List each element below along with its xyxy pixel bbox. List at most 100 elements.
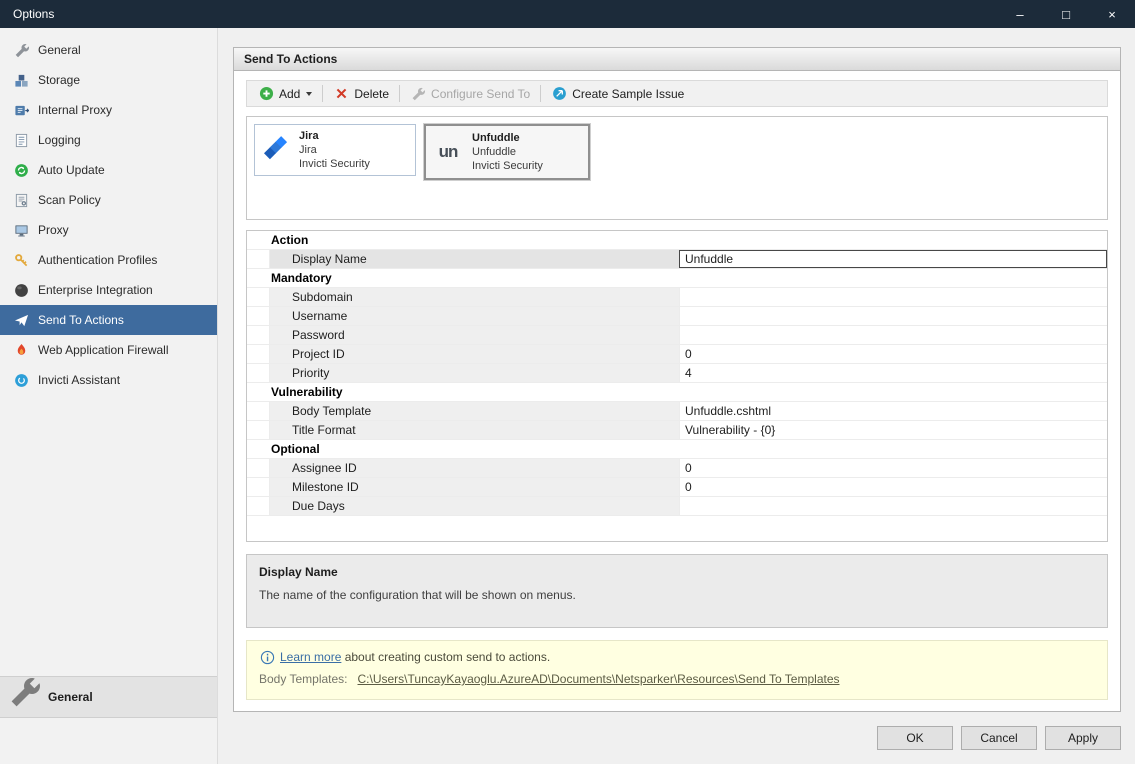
row-gutter [247,307,269,325]
sidebar: General Storage Internal Proxy Logging A… [0,28,218,764]
property-value-text: 0 [685,461,692,475]
property-row-title-format[interactable]: Title Format Vulnerability - {0} [247,421,1107,440]
property-row-milestone-id[interactable]: Milestone ID 0 [247,478,1107,497]
send-to-actions-list: Jira Jira Invicti Security un Unfuddle U… [246,116,1108,220]
info-panel: Learn more about creating custom send to… [246,640,1108,700]
assignee-id-value[interactable]: 0 [679,459,1107,477]
sidebar-item-label: General [38,43,81,57]
toolbar-separator [540,85,541,102]
row-gutter [247,421,269,439]
body-templates-line: Body Templates: C:\Users\TuncayKayaoglu.… [259,672,1095,686]
close-button[interactable]: × [1089,0,1135,28]
sidebar-item-scan-policy[interactable]: Scan Policy [0,185,217,215]
dialog-buttons: OK Cancel Apply [233,712,1121,764]
learn-more-link[interactable]: Learn more [280,650,341,664]
key-icon [13,252,29,268]
logging-icon [13,132,29,148]
display-name-value-editor[interactable]: Unfuddle [679,250,1107,268]
sidebar-item-send-to-actions[interactable]: Send To Actions [0,305,217,335]
sidebar-item-invicti-assistant[interactable]: Invicti Assistant [0,365,217,395]
sidebar-item-proxy[interactable]: Proxy [0,215,217,245]
options-window: Options – □ × General Storage Internal P… [0,0,1135,764]
property-label-text: Project ID [292,347,345,361]
milestone-id-value[interactable]: 0 [679,478,1107,496]
priority-value[interactable]: 4 [679,364,1107,382]
maximize-button[interactable]: □ [1043,0,1089,28]
sidebar-item-label: Invicti Assistant [38,373,120,387]
property-row-username[interactable]: Username [247,307,1107,326]
sidebar-item-logging[interactable]: Logging [0,125,217,155]
wrench-icon [13,42,29,58]
username-value[interactable] [679,307,1107,325]
sidebar-item-enterprise-integration[interactable]: Enterprise Integration [0,275,217,305]
learn-more-line: Learn more about creating custom send to… [259,649,1095,665]
category-action[interactable]: Action [247,231,1107,250]
sidebar-item-internal-proxy[interactable]: Internal Proxy [0,95,217,125]
apply-button[interactable]: Apply [1045,726,1121,750]
add-button[interactable]: Add [251,83,319,105]
sidebar-item-label: Logging [38,133,81,147]
cancel-button[interactable]: Cancel [961,726,1037,750]
internal-proxy-icon [13,102,29,118]
auto-update-icon [13,162,29,178]
property-label: Title Format [269,421,679,439]
property-row-body-template[interactable]: Body Template Unfuddle.cshtml [247,402,1107,421]
sidebar-footer-label: General [48,690,93,704]
create-sample-issue-button[interactable]: Create Sample Issue [544,83,691,105]
sidebar-item-auto-update[interactable]: Auto Update [0,155,217,185]
sidebar-item-label: Storage [38,73,80,87]
property-row-password[interactable]: Password [247,326,1107,345]
property-label-text: Title Format [292,423,356,437]
card-jira[interactable]: Jira Jira Invicti Security [254,124,416,176]
configure-send-to-button: Configure Send To [403,83,537,105]
property-row-display-name[interactable]: Display Name Unfuddle [247,250,1107,269]
property-description-panel: Display Name The name of the configurati… [246,554,1108,628]
add-dropdown-caret-icon [306,92,312,96]
row-gutter [247,250,269,268]
property-row-project-id[interactable]: Project ID 0 [247,345,1107,364]
property-value-text: Unfuddle.cshtml [685,404,771,418]
subdomain-value[interactable] [679,288,1107,306]
assistant-icon [13,372,29,388]
property-value-text: 0 [685,480,692,494]
sidebar-item-authentication-profiles[interactable]: Authentication Profiles [0,245,217,275]
ok-button[interactable]: OK [877,726,953,750]
row-gutter [247,459,269,477]
card-unfuddle[interactable]: un Unfuddle Unfuddle Invicti Security [424,124,590,180]
category-label: Mandatory [271,271,332,285]
project-id-value[interactable]: 0 [679,345,1107,363]
body-templates-path-link[interactable]: C:\Users\TuncayKayaoglu.AzureAD\Document… [358,672,840,686]
configure-wrench-icon [410,86,426,102]
minimize-button[interactable]: – [997,0,1043,28]
title-format-value[interactable]: Vulnerability - {0} [679,421,1107,439]
row-gutter [247,364,269,382]
category-mandatory[interactable]: Mandatory [247,269,1107,288]
sidebar-footer: General [0,676,217,718]
property-grid: Action Display Name Unfuddle Mandatory S… [246,230,1108,542]
property-label: Subdomain [269,288,679,306]
toolbar: Add Delete Configure Send To [246,80,1108,107]
jira-logo-icon [262,135,290,165]
property-label: Password [269,326,679,344]
property-row-due-days[interactable]: Due Days [247,497,1107,516]
sidebar-item-general[interactable]: General [0,35,217,65]
sidebar-item-label: Enterprise Integration [38,283,153,297]
property-row-assignee-id[interactable]: Assignee ID 0 [247,459,1107,478]
property-row-priority[interactable]: Priority 4 [247,364,1107,383]
delete-button[interactable]: Delete [326,83,396,105]
password-value[interactable] [679,326,1107,344]
property-row-subdomain[interactable]: Subdomain [247,288,1107,307]
send-icon [13,312,29,328]
category-optional[interactable]: Optional [247,440,1107,459]
sidebar-item-web-application-firewall[interactable]: Web Application Firewall [0,335,217,365]
title-bar: Options – □ × [0,0,1135,28]
body-template-value[interactable]: Unfuddle.cshtml [679,402,1107,420]
due-days-value[interactable] [679,497,1107,515]
property-label-text: Username [292,309,347,323]
sidebar-item-storage[interactable]: Storage [0,65,217,95]
category-vulnerability[interactable]: Vulnerability [247,383,1107,402]
property-value-text: Vulnerability - {0} [685,423,775,437]
property-label-text: Milestone ID [292,480,359,494]
unfuddle-logo-icon: un [433,137,463,167]
property-value-text: Unfuddle [685,252,733,266]
